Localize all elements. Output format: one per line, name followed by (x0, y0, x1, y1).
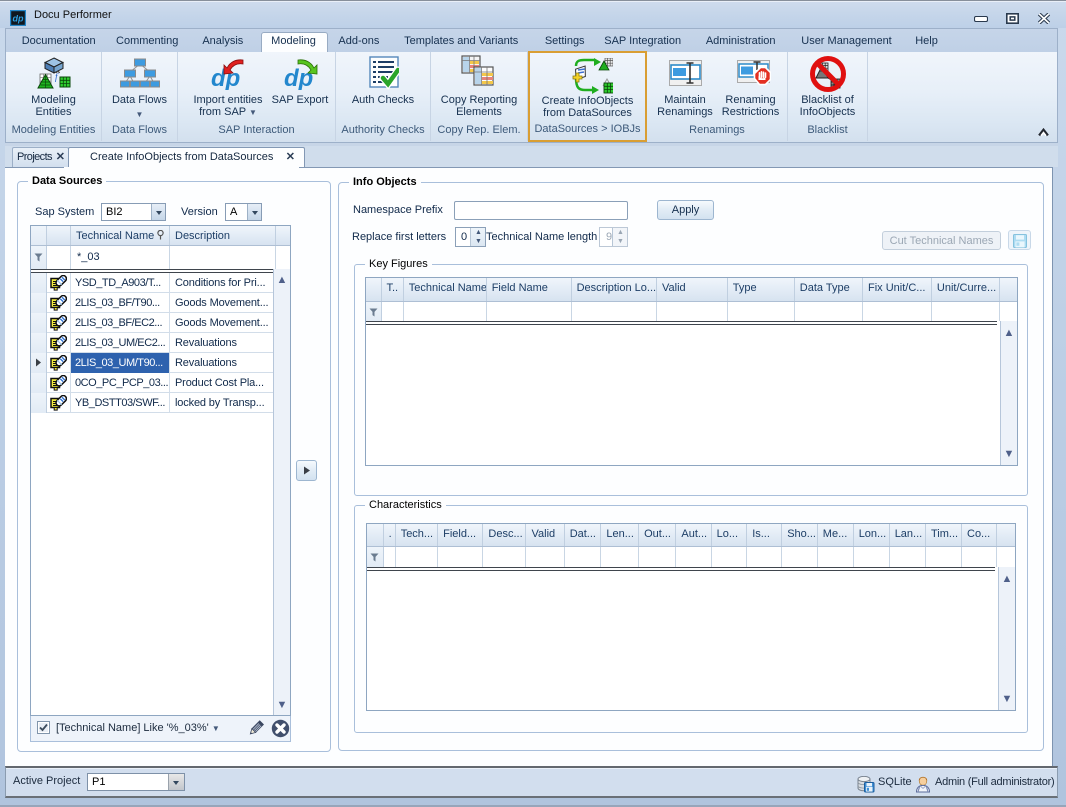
svg-text:dp: dp (284, 65, 313, 90)
svg-text:dp: dp (13, 14, 24, 24)
svg-text:f: f (55, 72, 59, 82)
